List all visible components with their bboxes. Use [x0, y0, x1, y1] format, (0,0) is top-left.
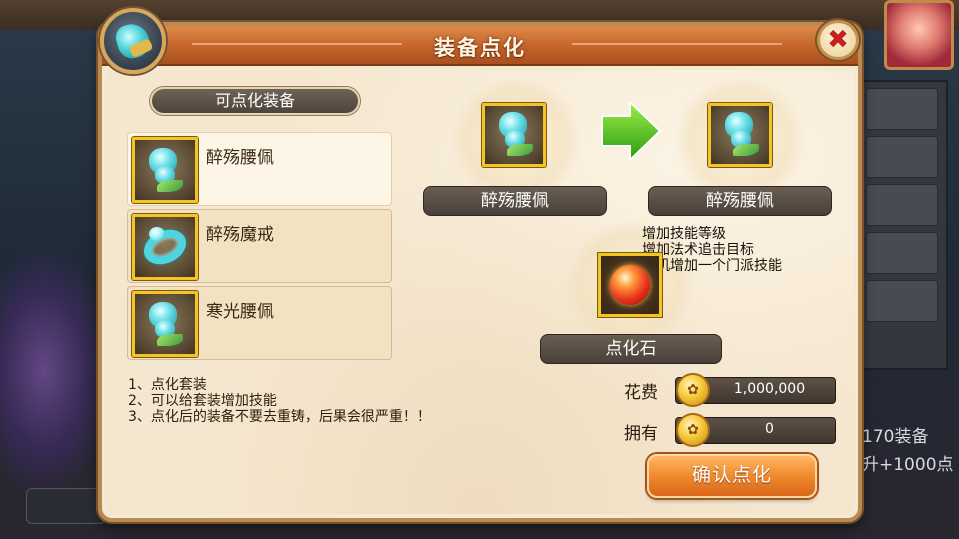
list-header: 可点化装备	[150, 87, 360, 115]
effect-line: 增加技能等级	[642, 226, 726, 242]
arrow-right-icon	[601, 101, 661, 161]
waist-pendant-icon	[132, 137, 198, 203]
material-name: 点化石	[540, 334, 722, 364]
equip-item-1[interactable]: 醉殇腰佩	[127, 132, 392, 206]
background-text: 170装备	[862, 427, 929, 447]
source-item-icon[interactable]	[482, 103, 546, 167]
result-item-name: 醉殇腰佩	[648, 186, 832, 216]
background-slot	[866, 88, 938, 130]
coin-icon: ✿	[676, 413, 710, 447]
coin-icon: ✿	[676, 373, 710, 407]
refine-effects: 增加技能等级 增加法术追击目标 随机增加一个门派技能	[642, 226, 782, 274]
cost-label: 花费	[624, 383, 658, 403]
equip-item-2[interactable]: 醉殇魔戒	[127, 209, 392, 283]
cost-field: ✿ 1,000,000	[675, 373, 836, 407]
own-field: ✿ 0	[675, 413, 836, 447]
background-slot	[866, 184, 938, 226]
cost-value: 1,000,000	[733, 381, 806, 397]
own-label: 拥有	[624, 424, 658, 444]
ring-icon	[132, 214, 198, 280]
note-line: 2、可以给套装增加技能	[128, 393, 277, 409]
own-value: 0	[765, 421, 774, 437]
background-slot	[866, 136, 938, 178]
confirm-refine-button[interactable]: 确认点化	[647, 454, 817, 498]
source-item-name: 醉殇腰佩	[423, 186, 607, 216]
note-line: 3、点化后的装备不要去重铸，后果会很严重！！	[128, 409, 431, 425]
background-text: 升+1000点	[862, 455, 954, 475]
refine-notes: 1、点化套装 2、可以给套装增加技能 3、点化后的装备不要去重铸，后果会很严重！…	[128, 377, 431, 425]
refine-emblem-icon	[100, 8, 166, 74]
note-line: 1、点化套装	[128, 377, 207, 393]
refine-stone-icon[interactable]	[598, 253, 662, 317]
effect-line: 随机增加一个门派技能	[642, 258, 782, 274]
background-slot	[866, 280, 938, 322]
dialog-title: 装备点化	[434, 36, 526, 60]
background-slot	[866, 232, 938, 274]
close-button[interactable]: ✖	[817, 20, 859, 60]
equip-item-3[interactable]: 寒光腰佩	[127, 286, 392, 360]
dialog-title-bar: 装备点化	[102, 26, 858, 66]
background-button	[26, 488, 106, 524]
equip-item-name: 醉殇魔戒	[206, 225, 274, 245]
background-character	[0, 250, 110, 490]
equip-item-name: 寒光腰佩	[206, 302, 274, 322]
equip-item-name: 醉殇腰佩	[206, 148, 274, 168]
player-avatar	[884, 0, 954, 70]
waist-pendant-icon	[132, 291, 198, 357]
result-item-icon[interactable]	[708, 103, 772, 167]
effect-line: 增加法术追击目标	[642, 242, 754, 258]
